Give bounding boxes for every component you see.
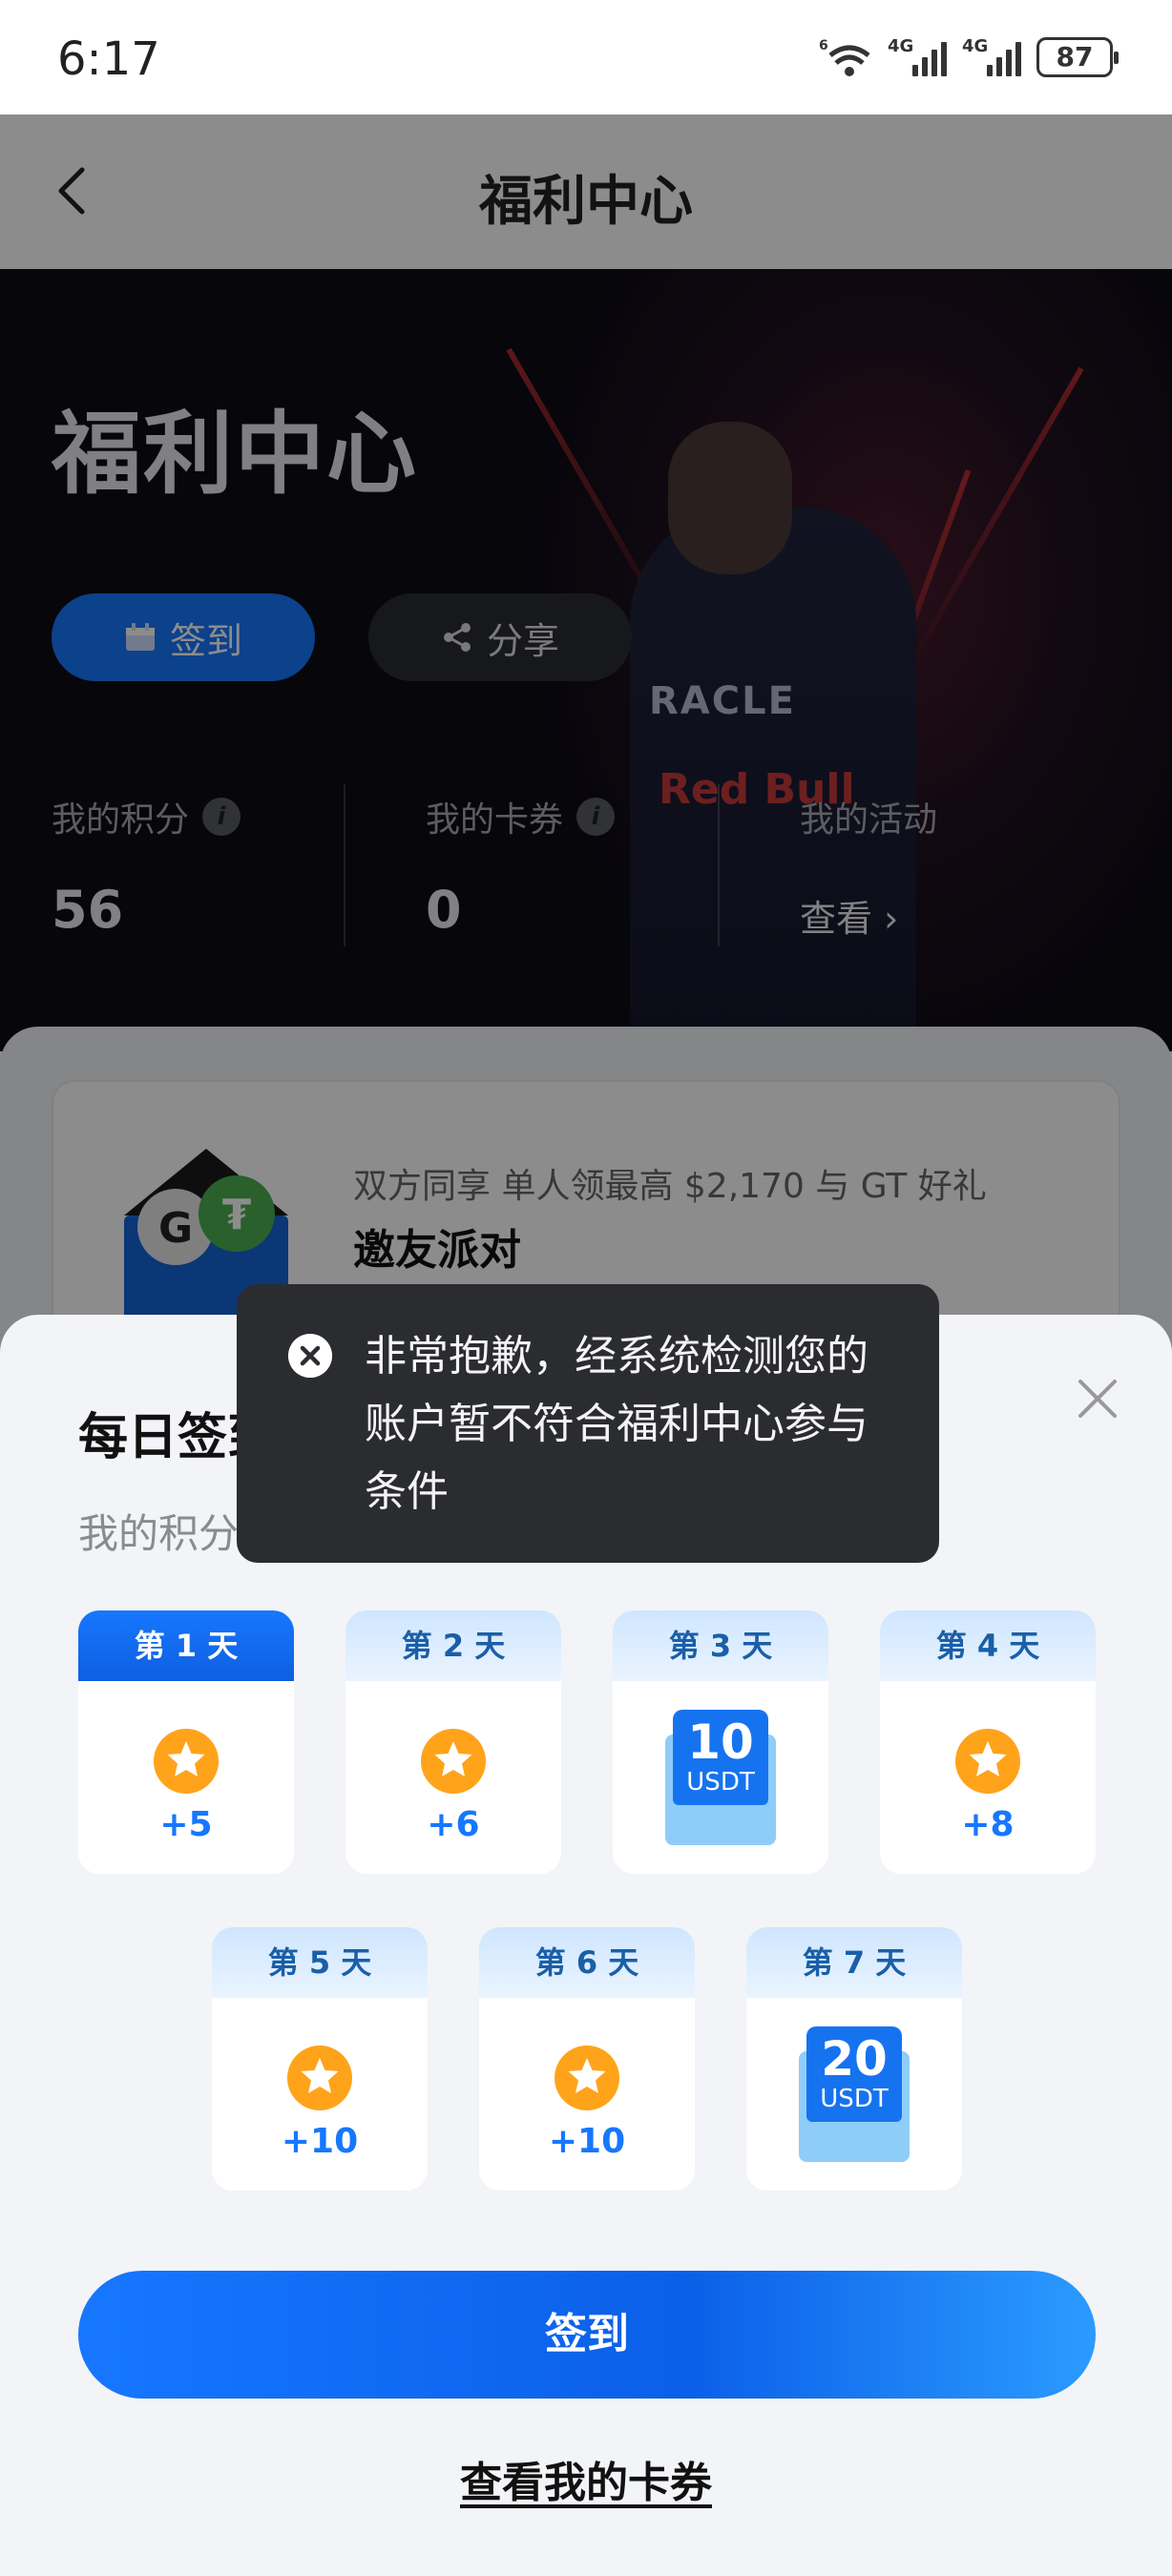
day-reward: +10 [281, 2122, 359, 2161]
voucher-amount: 20 [821, 2031, 888, 2087]
day-label: 第 7 天 [746, 1927, 962, 1998]
star-coin-icon [555, 2046, 619, 2110]
wifi-icon: 6 [819, 38, 870, 76]
star-coin-icon [154, 1729, 219, 1794]
day-card-2[interactable]: 第 2 天 +6 [345, 1610, 561, 1874]
sheet-points-label: 我的积分 [78, 1510, 240, 1557]
day-reward: +6 [427, 1805, 480, 1844]
close-icon[interactable] [1071, 1372, 1124, 1425]
day-card-5[interactable]: 第 5 天 +10 [212, 1927, 428, 2191]
day-label: 第 4 天 [880, 1610, 1096, 1681]
signal-icon: 4G [888, 36, 947, 76]
checkin-submit-button[interactable]: 签到 [78, 2271, 1096, 2399]
day-label: 第 1 天 [78, 1610, 294, 1681]
day-reward: +10 [548, 2122, 626, 2161]
day-label: 第 2 天 [345, 1610, 561, 1681]
day-reward: +8 [961, 1805, 1015, 1844]
status-time: 6:17 [57, 32, 160, 86]
voucher-unit: USDT [686, 1768, 755, 1797]
usdt-voucher-icon: 10 USDT [665, 1710, 776, 1845]
day-card-7[interactable]: 第 7 天 20 USDT [746, 1927, 962, 2191]
status-bar: 6:17 6 4G 4G 87 [0, 0, 1172, 114]
svg-text:6: 6 [819, 38, 828, 53]
error-toast: 非常抱歉，经系统检测您的账户暂不符合福利中心参与条件 [237, 1284, 939, 1563]
view-coupons-link[interactable]: 查看我的卡券 [0, 2448, 1172, 2509]
error-icon [288, 1334, 332, 1378]
voucher-unit: USDT [820, 2085, 889, 2113]
day-label: 第 5 天 [212, 1927, 428, 1998]
star-coin-icon [287, 2046, 352, 2110]
day-label: 第 6 天 [479, 1927, 695, 1998]
usdt-voucher-icon: 20 USDT [799, 2026, 910, 2162]
toast-message: 非常抱歉，经系统检测您的账户暂不符合福利中心参与条件 [365, 1332, 869, 1516]
signal-icon: 4G [962, 36, 1021, 76]
day-card-1[interactable]: 第 1 天 +5 [78, 1610, 294, 1874]
day-card-3[interactable]: 第 3 天 10 USDT [613, 1610, 828, 1874]
day-card-4[interactable]: 第 4 天 +8 [880, 1610, 1096, 1874]
status-icons: 6 4G 4G 87 [819, 36, 1119, 78]
battery-icon: 87 [1036, 37, 1119, 77]
day-label: 第 3 天 [613, 1610, 828, 1681]
day-reward: +5 [159, 1805, 213, 1844]
day-card-6[interactable]: 第 6 天 +10 [479, 1927, 695, 2191]
star-coin-icon [421, 1729, 486, 1794]
star-coin-icon [955, 1729, 1020, 1794]
voucher-amount: 10 [687, 1714, 754, 1770]
